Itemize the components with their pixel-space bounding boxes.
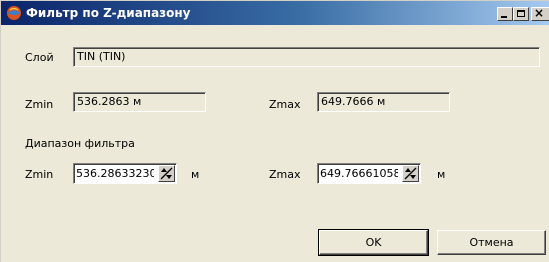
minimize-button[interactable] [497, 7, 513, 21]
close-button[interactable]: × [531, 6, 549, 21]
dialog-window: Фильтр по Z-диапазону × Слой TIN (TIN) Z… [0, 0, 549, 262]
filter-section-label: Диапазон фильтра [25, 137, 135, 150]
close-icon: × [534, 6, 545, 20]
window-title: Фильтр по Z-диапазону [26, 6, 191, 20]
filter-zmin-label: Zmin [25, 168, 54, 181]
title-bar[interactable]: Фильтр по Z-диапазону × [1, 1, 549, 25]
filter-zmin-unit: м [191, 168, 200, 181]
ok-button[interactable]: OK [318, 229, 429, 256]
spin-arrows-icon [404, 167, 417, 180]
minimize-icon [501, 16, 507, 18]
zmax-readonly-field: 649.7666 м [317, 92, 450, 112]
filter-zmax-label: Zmax [269, 168, 301, 181]
filter-zmax-spin-button[interactable] [402, 165, 419, 182]
filter-zmin-spinbox [73, 163, 177, 184]
filter-zmin-spin-button[interactable] [158, 165, 175, 182]
spin-arrows-icon [160, 167, 173, 180]
zmin-readonly-field: 536.2863 м [73, 92, 206, 112]
maximize-button[interactable] [513, 7, 529, 21]
app-globe-icon [7, 6, 21, 20]
layer-label: Слой [25, 51, 54, 64]
maximize-icon [517, 10, 525, 17]
zmax-label: Zmax [269, 98, 301, 111]
filter-zmax-unit: м [437, 168, 446, 181]
filter-zmin-input[interactable] [76, 165, 154, 182]
cancel-button[interactable]: Отмена [437, 230, 546, 255]
layer-field: TIN (TIN) [73, 47, 540, 67]
zmin-label: Zmin [25, 98, 54, 111]
filter-zmax-spinbox [317, 163, 421, 184]
filter-zmax-input[interactable] [320, 165, 398, 182]
